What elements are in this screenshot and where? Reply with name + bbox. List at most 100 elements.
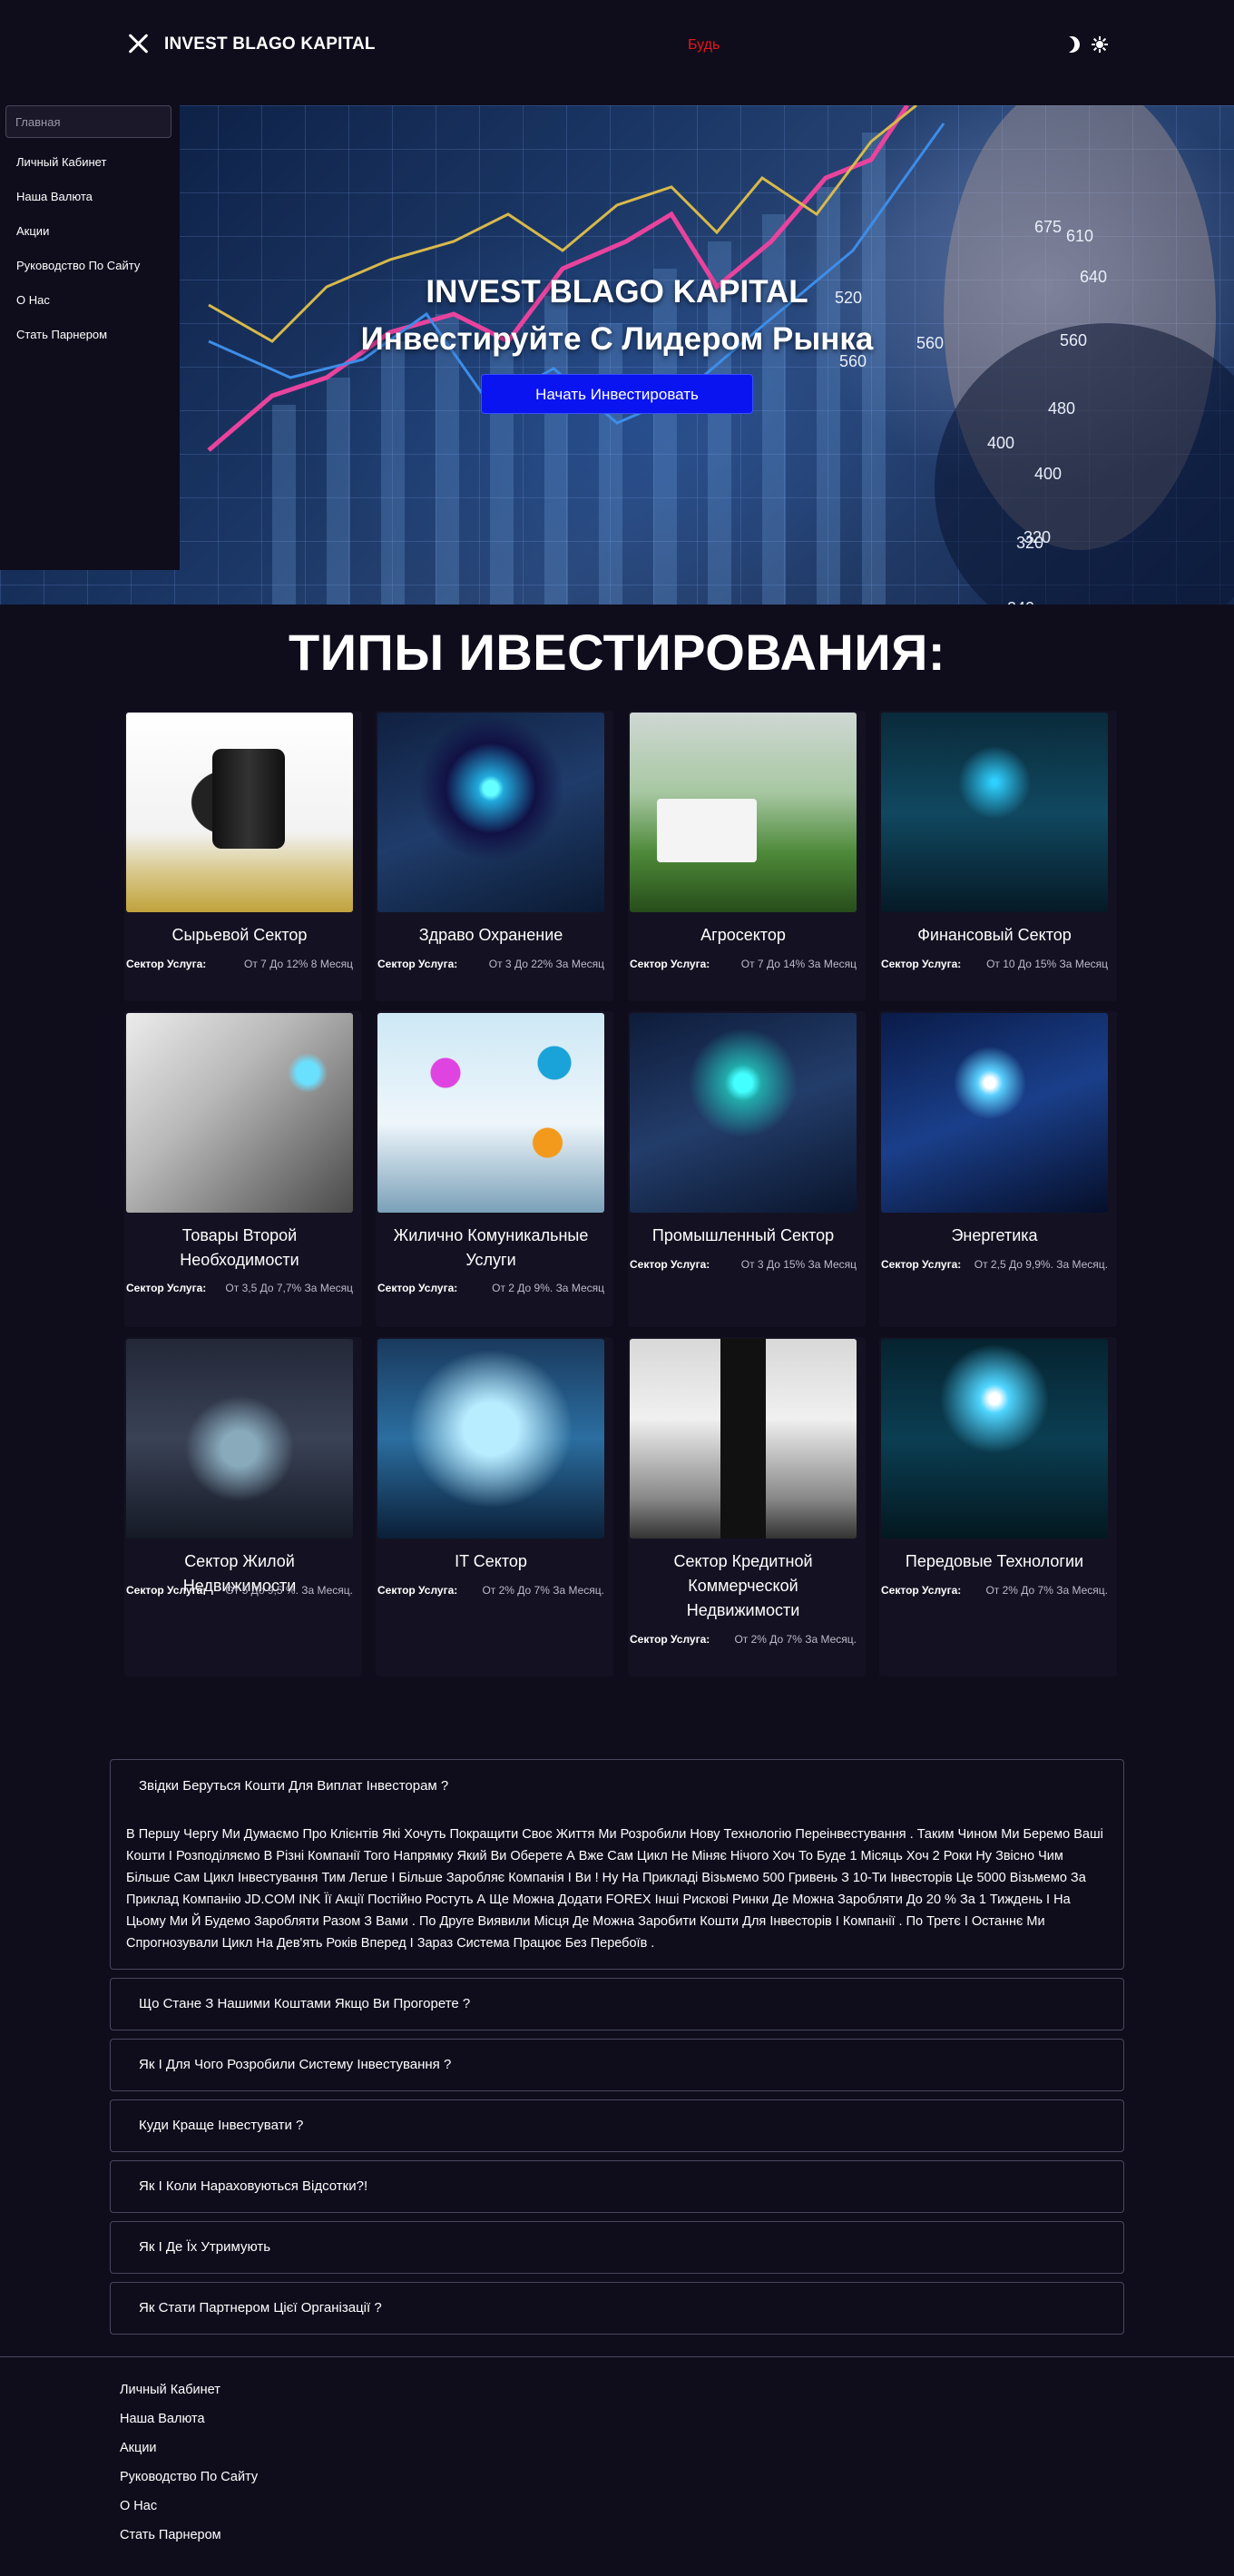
footer-menu: Личный Кабинет Наша Валюта Акции Руковод… bbox=[120, 2381, 1234, 2555]
card-meta-key: Сектор Услуга: bbox=[126, 958, 207, 970]
faq-question[interactable]: Що Стане З Нашими Коштами Якщо Ви Прогор… bbox=[111, 1979, 1123, 2030]
side-menu-list: Личный Кабинет Наша Валюта Акции Руковод… bbox=[16, 145, 140, 352]
footer: Личный Кабинет Наша Валюта Акции Руковод… bbox=[0, 2356, 1234, 2576]
card-title: Промышленный Сектор bbox=[651, 1226, 835, 1244]
card-title: Финансовый Сектор bbox=[917, 926, 1072, 944]
card-meta-key: Сектор Услуга: bbox=[377, 1584, 458, 1597]
investment-card[interactable]: Сырьевой Сектор Сектор Услуга: От 7 До 1… bbox=[124, 711, 362, 1001]
card-meta-value: От 2 До 9%. За Месяц bbox=[492, 1282, 604, 1294]
types-section-title: ТИПЫ ИВЕСТИРОВАНИЯ: bbox=[289, 624, 945, 681]
faq-question[interactable]: Як І Коли Нараховуються Відсотки?! bbox=[111, 2161, 1123, 2212]
industry-image bbox=[630, 1013, 857, 1213]
card-meta-key: Сектор Услуга: bbox=[126, 1584, 207, 1597]
card-title: Здраво Охранение bbox=[418, 926, 563, 944]
investment-card[interactable]: Товары Второй Необходимости Сектор Услуг… bbox=[124, 1011, 362, 1327]
card-meta-key: Сектор Услуга: bbox=[881, 958, 962, 970]
card-meta-value: От 2,5 До 9,9%. За Месяц. bbox=[974, 1258, 1108, 1271]
faq-question[interactable]: Як І Для Чого Розробили Систему Інвестув… bbox=[111, 2040, 1123, 2090]
card-meta: Сектор Услуга: От 3 До 15% За Месяц bbox=[630, 1258, 857, 1271]
footer-item-about[interactable]: О Нас bbox=[120, 2497, 1234, 2526]
card-meta-value: От 10 До 15% За Месяц bbox=[986, 958, 1108, 970]
moon-icon[interactable] bbox=[1061, 34, 1083, 56]
fintech-image bbox=[881, 713, 1108, 912]
card-title: IT Сектор bbox=[455, 1552, 527, 1570]
hero-banner: 675 610 640 560 560 560 480 400 400 320 … bbox=[0, 105, 1234, 605]
investment-card[interactable]: Агросектор Сектор Услуга: От 7 До 14% За… bbox=[628, 711, 866, 1001]
card-meta: Сектор Услуга: От 5 До 9,5 %. За Месяц. bbox=[126, 1584, 353, 1597]
faq-item: Куди Краще Інвестувати ? bbox=[110, 2099, 1124, 2152]
consumer-goods-image bbox=[126, 1013, 353, 1213]
utilities-image bbox=[377, 1013, 604, 1213]
side-menu-item-stocks[interactable]: Акции bbox=[16, 214, 140, 249]
side-menu-search-input[interactable] bbox=[5, 105, 171, 138]
card-title: Товары Второй Необходимости bbox=[180, 1226, 299, 1269]
side-menu-item-about[interactable]: О Нас bbox=[16, 283, 140, 318]
card-meta: Сектор Услуга: От 7 До 12% 8 Месяц bbox=[126, 958, 353, 970]
chart-number: 320 bbox=[1016, 534, 1043, 552]
side-menu-item-guide[interactable]: Руководство По Сайту bbox=[16, 249, 140, 283]
card-meta-value: От 3 До 15% За Месяц bbox=[740, 1258, 857, 1271]
card-meta: Сектор Услуга: От 2% До 7% За Месяц. bbox=[881, 1584, 1108, 1597]
investment-card[interactable]: Сектор Кредитной Коммерческой Недвижимос… bbox=[628, 1337, 866, 1676]
investment-card[interactable]: Промышленный Сектор Сектор Услуга: От 3 … bbox=[628, 1011, 866, 1327]
card-meta-key: Сектор Услуга: bbox=[630, 958, 710, 970]
card-meta: Сектор Услуга: От 2% До 7% За Месяц. bbox=[377, 1584, 604, 1597]
card-meta-value: От 5 До 9,5 %. За Месяц. bbox=[225, 1584, 353, 1597]
faq-item: Що Стане З Нашими Коштами Якщо Ви Прогор… bbox=[110, 1978, 1124, 2030]
card-meta-key: Сектор Услуга: bbox=[630, 1258, 710, 1271]
close-menu-icon[interactable] bbox=[127, 33, 149, 54]
card-meta-key: Сектор Услуга: bbox=[377, 958, 458, 970]
card-meta-value: От 7 До 14% За Месяц bbox=[740, 958, 857, 970]
card-title: Сырьевой Сектор bbox=[171, 926, 308, 944]
advanced-tech-image bbox=[881, 1339, 1108, 1539]
it-image bbox=[377, 1339, 604, 1539]
side-menu: Личный Кабинет Наша Валюта Акции Руковод… bbox=[0, 105, 180, 570]
investment-card[interactable]: Финансовый Сектор Сектор Услуга: От 10 Д… bbox=[879, 711, 1117, 1001]
chart-number: 610 bbox=[1066, 227, 1093, 245]
investment-card[interactable]: IT Сектор Сектор Услуга: От 2% До 7% За … bbox=[376, 1337, 613, 1676]
sun-icon[interactable] bbox=[1092, 36, 1108, 53]
chart-number: 675 bbox=[1034, 218, 1062, 236]
card-meta-key: Сектор Услуга: bbox=[630, 1633, 710, 1646]
footer-item-cabinet[interactable]: Личный Кабинет bbox=[120, 2381, 1234, 2410]
investment-card[interactable]: Энергетика Сектор Услуга: От 2,5 До 9,9%… bbox=[879, 1011, 1117, 1327]
footer-item-partner[interactable]: Стать Парнером bbox=[120, 2526, 1234, 2555]
card-meta-value: От 3 До 22% За Месяц bbox=[488, 958, 604, 970]
footer-item-guide[interactable]: Руководство По Сайту bbox=[120, 2468, 1234, 2497]
side-menu-item-partner[interactable]: Стать Парнером bbox=[16, 318, 140, 352]
card-meta: Сектор Услуга: От 2,5 До 9,9%. За Месяц. bbox=[881, 1258, 1108, 1271]
faq-item: Як І Де Їх Утримують bbox=[110, 2221, 1124, 2274]
energy-image bbox=[881, 1013, 1108, 1213]
agro-image bbox=[630, 713, 857, 912]
brand-logo-text[interactable]: INVEST BLAGO KAPITAL bbox=[164, 34, 376, 54]
card-meta: Сектор Услуга: От 2% До 7% За Месяц. bbox=[630, 1633, 857, 1646]
investment-card[interactable]: Сектор Жилой Недвижимости Сектор Услуга:… bbox=[124, 1337, 362, 1676]
card-meta-key: Сектор Услуга: bbox=[377, 1282, 458, 1294]
faq-section: Звідки Беруться Кошти Для Виплат Інвесто… bbox=[110, 1759, 1124, 2335]
footer-item-stocks[interactable]: Акции bbox=[120, 2439, 1234, 2468]
top-header: INVEST BLAGO KAPITAL Будь bbox=[0, 0, 1234, 105]
faq-question[interactable]: Як Стати Партнером Цієї Організації ? bbox=[111, 2283, 1123, 2334]
start-investing-button[interactable]: Начать Инвестировать bbox=[481, 374, 753, 414]
card-meta-key: Сектор Услуга: bbox=[881, 1584, 962, 1597]
footer-item-currency[interactable]: Наша Валюта bbox=[120, 2410, 1234, 2439]
card-meta-value: От 2% До 7% За Месяц. bbox=[985, 1584, 1108, 1597]
commercial-realestate-image bbox=[630, 1339, 857, 1539]
card-meta: Сектор Услуга: От 3,5 До 7,7% За Месяц bbox=[126, 1282, 353, 1294]
faq-question[interactable]: Звідки Беруться Кошти Для Виплат Інвесто… bbox=[111, 1760, 1123, 1813]
card-meta-key: Сектор Услуга: bbox=[881, 1258, 962, 1271]
investment-card[interactable]: Здраво Охранение Сектор Услуга: От 3 До … bbox=[376, 711, 613, 1001]
investment-card[interactable]: Передовые Технологии Сектор Услуга: От 2… bbox=[879, 1337, 1117, 1676]
faq-question[interactable]: Як І Де Їх Утримують bbox=[111, 2222, 1123, 2273]
faq-item: Як І Для Чого Розробили Систему Інвестув… bbox=[110, 2039, 1124, 2091]
residential-realestate-image bbox=[126, 1339, 353, 1539]
faq-answer: В Першу Чергу Ми Думаємо Про Клієнтів Як… bbox=[126, 1827, 1103, 1951]
investment-card[interactable]: Жилично Комуникальные Услуги Сектор Услу… bbox=[376, 1011, 613, 1327]
faq-question[interactable]: Куди Краще Інвестувати ? bbox=[111, 2100, 1123, 2151]
card-meta: Сектор Услуга: От 7 До 14% За Месяц bbox=[630, 958, 857, 970]
side-menu-item-currency[interactable]: Наша Валюта bbox=[16, 180, 140, 214]
header-center-link[interactable]: Будь bbox=[688, 37, 720, 54]
side-menu-item-cabinet[interactable]: Личный Кабинет bbox=[16, 145, 140, 180]
card-meta: Сектор Услуга: От 3 До 22% За Месяц bbox=[377, 958, 604, 970]
chart-number: 240 bbox=[1007, 599, 1034, 605]
